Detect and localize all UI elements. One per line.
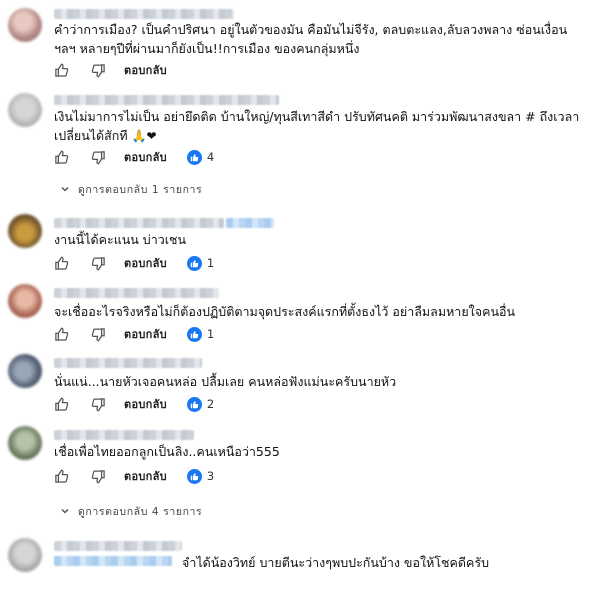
comment-text: เงินไม่มาการไม่เป็น อย่ายึดติด บ้านใหญ่/… [54,107,584,146]
like-count-badge[interactable]: 1 [186,326,215,342]
reply-button[interactable]: ตอบกลับ [124,148,167,166]
comment-actions: ตอบกลับ [54,61,187,79]
commenter-tag[interactable] [54,556,172,566]
like-count-badge[interactable]: 2 [186,396,215,412]
like-count: 1 [206,256,215,270]
like-count: 1 [206,327,215,341]
like-count: 4 [206,150,215,164]
avatar[interactable] [8,284,42,318]
comment-actions: ตอบกลับ 1 [54,254,214,272]
comment-text: คําว่าการเมือง? เป็นคําปริศนา อยู่ในตัวข… [54,22,568,56]
like-count: 3 [206,469,215,483]
commenter-tag[interactable] [226,218,274,228]
reply-button[interactable]: ตอบกลับ [124,61,167,79]
commenter-name[interactable] [54,430,194,440]
reply-button[interactable]: ตอบกลับ [124,395,167,413]
thumbs-up-icon[interactable] [54,150,69,165]
commenter-name[interactable] [54,541,182,551]
thumbs-down-icon[interactable] [91,327,106,342]
comment-text: นั่นแน่...นายหัวเจอคนหล่อ ปลื้มเลย คนหล่… [54,374,397,389]
emoji: 🙏❤ [131,129,157,143]
comment-actions: ตอบกลับ 2 [54,395,214,413]
thumbs-up-icon[interactable] [54,327,69,342]
thumbs-down-icon[interactable] [91,397,106,412]
comment-text: จะเชื่ออะไรจริงหรือไม่ก็ต้องปฏิบัติตามจุ… [54,304,516,319]
avatar[interactable] [8,354,42,388]
view-replies-label: ดูการตอบกลับ 1 รายการ [78,183,203,196]
view-replies-toggle[interactable]: ดูการตอบกลับ 4 รายการ [60,503,202,519]
commenter-name[interactable] [54,218,224,228]
reply-button[interactable]: ตอบกลับ [124,254,167,272]
like-count-badge[interactable]: 3 [186,468,215,484]
like-icon [186,468,202,484]
view-replies-toggle[interactable]: ดูการตอบกลับ 1 รายการ [60,181,202,197]
commenter-name[interactable] [54,288,219,298]
comment-text: งานนี้ได้คะแนน บ่าวเชน [54,232,187,247]
thumbs-down-icon[interactable] [91,469,106,484]
commenter-name[interactable] [54,9,234,19]
like-icon [186,326,202,342]
like-count-badge[interactable]: 1 [186,255,215,271]
thumbs-up-icon[interactable] [54,397,69,412]
avatar[interactable] [8,426,42,460]
like-count: 2 [206,397,215,411]
chevron-down-icon [61,508,69,514]
thumbs-up-icon[interactable] [54,469,69,484]
comment-actions: ตอบกลับ 3 [54,467,214,485]
comment-actions: ตอบกลับ 1 [54,325,214,343]
avatar[interactable] [8,214,42,248]
commenter-name[interactable] [54,358,202,368]
avatar[interactable] [8,538,42,572]
like-icon [186,149,202,165]
comment-text: เชื่อเพื่อไทยออกลูกเป็นลิง..คนเหนือว่า55… [54,444,280,459]
avatar[interactable] [8,8,42,42]
thumbs-down-icon[interactable] [91,256,106,271]
view-replies-label: ดูการตอบกลับ 4 รายการ [78,505,203,518]
thumbs-up-icon[interactable] [54,256,69,271]
thumbs-up-icon[interactable] [54,63,69,78]
commenter-name[interactable] [54,95,279,105]
comment-text: จําได้น้องวิทย์ บายตีนะว่างๆพบปะกันบ้าง … [182,555,490,570]
reply-button[interactable]: ตอบกลับ [124,325,167,343]
thumbs-down-icon[interactable] [91,63,106,78]
comment-actions: ตอบกลับ 4 [54,148,214,166]
like-count-badge[interactable]: 4 [186,149,215,165]
like-icon [186,255,202,271]
like-icon [186,396,202,412]
avatar[interactable] [8,93,42,127]
reply-button[interactable]: ตอบกลับ [124,467,167,485]
chevron-down-icon [61,186,69,192]
thumbs-down-icon[interactable] [91,150,106,165]
